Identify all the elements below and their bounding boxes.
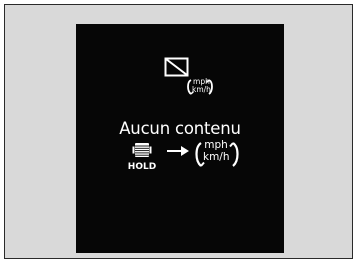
unit-toggle: mph km/h <box>192 137 242 173</box>
instrument-display: mph km/h Aucun contenu HOLD mph km/h <box>76 24 284 253</box>
unit-badge-kmh: km/h <box>192 85 211 94</box>
illustration-frame: mph km/h Aucun contenu HOLD mph km/h <box>4 4 353 259</box>
hold-label: HOLD <box>127 162 157 172</box>
unit-badge: mph km/h <box>186 76 214 98</box>
no-content-message: Aucun contenu <box>119 119 241 138</box>
unit-toggle-mph: mph <box>204 139 228 151</box>
unit-toggle-kmh: km/h <box>203 151 230 163</box>
thumbwheel-icon <box>132 143 152 157</box>
arrow-right-icon <box>167 146 189 156</box>
